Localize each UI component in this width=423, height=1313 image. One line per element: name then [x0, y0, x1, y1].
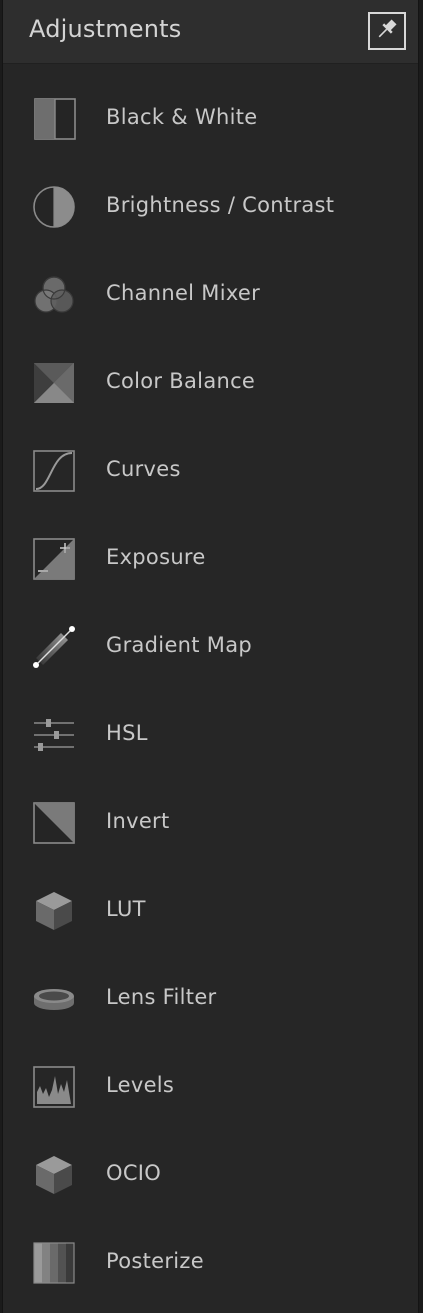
adjustment-label: Exposure: [106, 545, 206, 569]
curves-icon: [31, 448, 77, 494]
brightness-contrast-icon: [31, 184, 77, 230]
ocio-cube-icon: [31, 1152, 77, 1198]
adjustment-label: Lens Filter: [106, 985, 217, 1009]
color-balance-icon: [31, 360, 77, 406]
adjustment-item-channel-mixer[interactable]: Channel Mixer: [3, 251, 418, 339]
lens-filter-icon: [31, 976, 77, 1022]
adjustment-label: Channel Mixer: [106, 281, 261, 305]
channel-mixer-icon: [31, 272, 77, 318]
adjustment-label: Black & White: [106, 105, 258, 129]
adjustment-item-gradient-map[interactable]: Gradient Map: [3, 603, 418, 691]
adjustment-label: Curves: [106, 457, 181, 481]
adjustment-label: Posterize: [106, 1249, 204, 1273]
adjustment-item-color-balance[interactable]: Color Balance: [3, 339, 418, 427]
pin-icon: [374, 16, 400, 46]
adjustment-item-curves[interactable]: Curves: [3, 427, 418, 515]
hsl-icon: [31, 712, 77, 758]
adjustment-item-exposure[interactable]: Exposure: [3, 515, 418, 603]
panel-title: Adjustments: [29, 15, 182, 43]
adjustments-list: Black & White Brightness / Contrast Chan…: [3, 75, 418, 1307]
lut-cube-icon: [31, 888, 77, 934]
invert-icon: [31, 800, 77, 846]
adjustment-label: Gradient Map: [106, 633, 252, 657]
black-white-icon: [31, 96, 77, 142]
adjustment-item-invert[interactable]: Invert: [3, 779, 418, 867]
adjustment-item-lut[interactable]: LUT: [3, 867, 418, 955]
posterize-icon: [31, 1240, 77, 1286]
adjustment-label: OCIO: [106, 1161, 162, 1185]
adjustment-item-black-white[interactable]: Black & White: [3, 75, 418, 163]
adjustment-item-brightness-contrast[interactable]: Brightness / Contrast: [3, 163, 418, 251]
adjustments-panel: Adjustments Black & White Brightness / C…: [2, 0, 419, 1313]
adjustment-label: Invert: [106, 809, 170, 833]
adjustment-item-hsl[interactable]: HSL: [3, 691, 418, 779]
adjustment-label: HSL: [106, 721, 148, 745]
levels-icon: [31, 1064, 77, 1110]
adjustment-item-levels[interactable]: Levels: [3, 1043, 418, 1131]
adjustment-label: Color Balance: [106, 369, 256, 393]
pin-button[interactable]: [368, 12, 406, 50]
gradient-map-icon: [31, 624, 77, 670]
adjustment-item-ocio[interactable]: OCIO: [3, 1131, 418, 1219]
adjustment-label: Levels: [106, 1073, 175, 1097]
adjustment-item-posterize[interactable]: Posterize: [3, 1219, 418, 1307]
exposure-icon: [31, 536, 77, 582]
adjustment-item-lens-filter[interactable]: Lens Filter: [3, 955, 418, 1043]
adjustment-label: LUT: [106, 897, 146, 921]
adjustment-label: Brightness / Contrast: [106, 193, 335, 217]
panel-header: Adjustments: [3, 0, 418, 64]
